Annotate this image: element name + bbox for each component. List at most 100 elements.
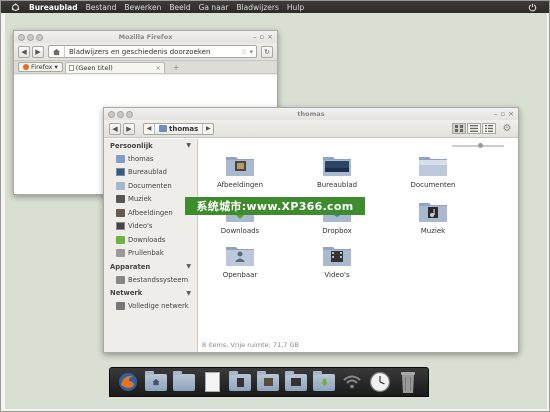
menu-bestand[interactable]: Bestand [82, 3, 121, 12]
sidebar-item-muziek[interactable]: Muziek [104, 193, 197, 207]
sidebar-item-volledige-netwerk[interactable]: Volledige netwerk [104, 300, 197, 314]
music-folder-icon[interactable] [228, 370, 252, 394]
list-view-button[interactable] [467, 123, 481, 134]
sidebar-item-label: Prullenbak [128, 249, 164, 258]
sidebar-heading-personal[interactable]: Persoonlijk ▼ [104, 139, 197, 152]
documents-folder-icon[interactable] [172, 370, 196, 394]
firefox-titlebar[interactable]: Mozilla Firefox – ▫ × [14, 31, 277, 43]
url-bar[interactable]: Bladwijzers en geschiedenis doorzoeken ☆… [48, 45, 257, 58]
menu-hulp[interactable]: Hulp [283, 3, 308, 12]
sidebar-item-bureaublad[interactable]: Bureaublad [104, 166, 197, 180]
minimize-button[interactable] [117, 110, 124, 118]
back-button[interactable]: ◀ [109, 122, 121, 135]
chevron-down-icon[interactable]: ▼ [186, 290, 191, 297]
file-manager-titlebar[interactable]: thomas – ▫ × [104, 108, 518, 120]
url-input[interactable]: Bladwijzers en geschiedenis doorzoeken [65, 48, 210, 56]
sidebar-item-bestandssysteem[interactable]: Bestandssysteem [104, 273, 197, 287]
bookmark-star-icon[interactable]: ☆ ▾ [241, 48, 256, 56]
sidebar-heading-devices[interactable]: Apparaten ▼ [104, 260, 197, 273]
maximize-button[interactable] [126, 110, 133, 118]
clock-icon[interactable] [368, 370, 392, 394]
file-item-documenten[interactable]: Documenten [398, 153, 468, 189]
video-folder-icon[interactable] [284, 370, 308, 394]
file-manager-toolbar: ◀ ▶ ◀ thomas ▶ ⚙ [104, 120, 518, 138]
power-icon[interactable] [527, 2, 537, 12]
file-item-videos[interactable]: Video's [302, 243, 372, 279]
chevron-down-icon[interactable]: ▼ [186, 263, 191, 270]
file-item-afbeeldingen[interactable]: Afbeeldingen [205, 153, 275, 189]
firefox-icon[interactable] [116, 370, 140, 394]
file-manager-window[interactable]: thomas – ▫ × ◀ ▶ ◀ thomas ▶ ⚙ Persoonlij… [103, 107, 519, 353]
watermark: 系统城市:www.XP366.com [185, 197, 365, 215]
home-folder-icon[interactable] [144, 370, 168, 394]
sidebar-item-label: Bureaublad [128, 168, 167, 177]
new-tab-button[interactable]: + [173, 63, 180, 72]
pictures-folder-icon[interactable] [256, 370, 280, 394]
window-maximize-icon[interactable]: ▫ [259, 33, 264, 41]
chevron-down-icon: ▾ [54, 63, 58, 71]
video-folder-icon [322, 243, 352, 267]
forward-button[interactable]: ▶ [123, 122, 135, 135]
places-sidebar: Persoonlijk ▼ thomas Bureaublad Documente… [104, 139, 198, 352]
firefox-window-title: Mozilla Firefox [118, 33, 173, 41]
menu-ga-naar[interactable]: Ga naar [195, 3, 233, 12]
firefox-menu-button[interactable]: Firefox ▾ [18, 62, 63, 72]
menu-active-app[interactable]: Bureaublad [25, 3, 82, 12]
reload-button[interactable]: ↻ [261, 45, 273, 58]
close-button[interactable] [18, 33, 25, 41]
compact-view-button[interactable] [482, 123, 496, 134]
tab-close-icon[interactable]: × [155, 64, 160, 72]
window-close-icon[interactable]: × [508, 110, 514, 118]
zoom-slider-handle[interactable] [478, 143, 483, 148]
breadcrumb-label: thomas [169, 124, 199, 133]
folder-icon [418, 153, 448, 177]
menu-bewerken[interactable]: Bewerken [120, 3, 165, 12]
breadcrumb: ◀ thomas ▶ [143, 122, 215, 135]
document-icon[interactable] [200, 370, 224, 394]
desktop-icon [116, 168, 125, 177]
sidebar-item-videos[interactable]: Video's [104, 220, 197, 234]
sidebar-item-prullenbak[interactable]: Prullenbak [104, 247, 197, 261]
gear-icon[interactable]: ⚙ [501, 123, 513, 135]
menu-bladwijzers[interactable]: Bladwijzers [232, 3, 282, 12]
file-label: Downloads [220, 227, 260, 235]
music-folder-icon [418, 199, 448, 223]
sidebar-heading-network[interactable]: Netwerk ▼ [104, 287, 197, 300]
file-item-muziek[interactable]: Muziek [398, 199, 468, 235]
window-minimize-icon[interactable]: – [494, 110, 498, 118]
file-icon-view[interactable]: Afbeeldingen Bureaublad Documenten Downl [199, 139, 518, 352]
minimize-button[interactable] [27, 33, 34, 41]
file-item-bureaublad[interactable]: Bureaublad [302, 153, 372, 189]
file-label: Dropbox [322, 227, 352, 235]
firefox-icon [23, 64, 29, 70]
sidebar-item-downloads[interactable]: Downloads [104, 233, 197, 247]
tab-title: (Geen titel) [75, 63, 113, 72]
ubuntu-logo-icon[interactable] [9, 2, 21, 12]
window-minimize-icon[interactable]: – [253, 33, 257, 41]
breadcrumb-home[interactable]: thomas [154, 123, 204, 134]
sidebar-item-documenten[interactable]: Documenten [104, 179, 197, 193]
sidebar-item-thomas[interactable]: thomas [104, 152, 197, 166]
top-panel: Bureaublad Bestand Bewerken Beeld Ga naa… [1, 1, 549, 13]
downloads-folder-icon[interactable] [312, 370, 336, 394]
tab-untitled[interactable]: (Geen titel) × [64, 61, 165, 73]
maximize-button[interactable] [36, 33, 43, 41]
window-maximize-icon[interactable]: ▫ [500, 110, 505, 118]
menu-beeld[interactable]: Beeld [165, 3, 194, 12]
forward-button[interactable]: ▶ [32, 45, 44, 58]
breadcrumb-left-arrow-icon[interactable]: ◀ [144, 124, 154, 134]
zoom-slider[interactable] [452, 143, 504, 148]
sidebar-item-afbeeldingen[interactable]: Afbeeldingen [104, 206, 197, 220]
file-label: Bureaublad [316, 181, 358, 189]
back-button[interactable]: ◀ [18, 45, 30, 58]
file-item-openbaar[interactable]: Openbaar [205, 243, 275, 279]
icon-view-button[interactable] [452, 123, 466, 134]
window-close-icon[interactable]: × [267, 33, 273, 41]
firefox-tabbar: Firefox ▾ (Geen titel) × + [14, 61, 277, 74]
network-icon[interactable] [340, 370, 364, 394]
home-icon[interactable] [49, 46, 65, 57]
trash-icon[interactable] [396, 370, 420, 394]
close-button[interactable] [108, 110, 115, 118]
chevron-down-icon[interactable]: ▼ [186, 142, 191, 149]
breadcrumb-right-arrow-icon[interactable]: ▶ [203, 124, 213, 134]
